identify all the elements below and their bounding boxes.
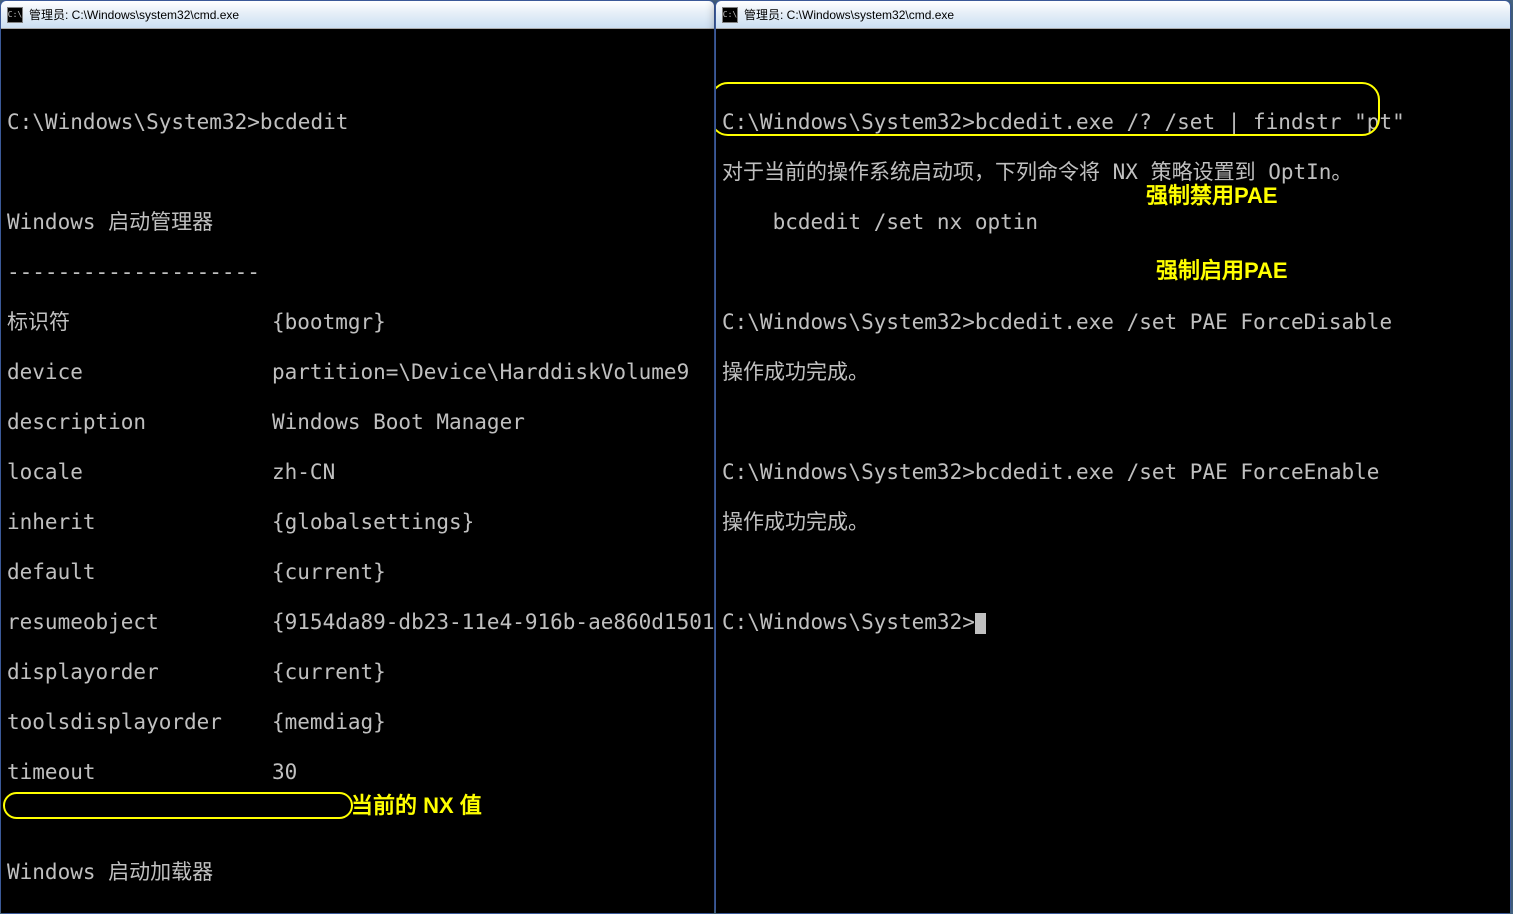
prompt-line: C:\Windows\System32>: [722, 610, 1506, 635]
command: bcdedit.exe /set PAE ForceDisable: [975, 310, 1392, 334]
prompt-line: C:\Windows\System32>bcdedit.exe /set PAE…: [722, 310, 1506, 335]
cmd-icon: C:\: [7, 7, 23, 23]
cursor-icon: [975, 613, 986, 634]
prompt-line: C:\Windows\System32>bcdedit: [7, 110, 710, 135]
kv-row: 标识符{bootmgr}: [7, 310, 710, 335]
prompt: C:\Windows\System32>: [722, 460, 975, 484]
kv-value: zh-CN: [272, 460, 710, 485]
output-line: bcdedit /set nx optin: [722, 210, 1506, 235]
kv-row: default{current}: [7, 560, 710, 585]
command: bcdedit: [260, 110, 349, 134]
kv-key: inherit: [7, 510, 272, 535]
output-line: 对于当前的操作系统启动项，下列命令将 NX 策略设置到 OptIn。: [722, 160, 1506, 185]
kv-value: {globalsettings}: [272, 510, 710, 535]
blank-line: [722, 410, 1506, 435]
kv-row: displayorder{current}: [7, 660, 710, 685]
blank-line: [7, 810, 710, 835]
titlebar-left[interactable]: C:\ 管理员: C:\Windows\system32\cmd.exe: [1, 1, 714, 29]
kv-row: timeout30: [7, 760, 710, 785]
separator: --------------------: [7, 260, 710, 285]
kv-key: device: [7, 360, 272, 385]
kv-row: inherit{globalsettings}: [7, 510, 710, 535]
output-line: 操作成功完成。: [722, 510, 1506, 535]
prompt: C:\Windows\System32>: [7, 110, 260, 134]
section-title: Windows 启动管理器: [7, 210, 710, 235]
kv-value: {current}: [272, 660, 710, 685]
cmd-icon: C:\: [722, 7, 738, 23]
prompt-line: C:\Windows\System32>bcdedit.exe /? /set …: [722, 110, 1506, 135]
cmd-window-left: C:\ 管理员: C:\Windows\system32\cmd.exe C:\…: [0, 0, 715, 914]
kv-row: localezh-CN: [7, 460, 710, 485]
kv-key: toolsdisplayorder: [7, 710, 272, 735]
cmd-window-right: C:\ 管理员: C:\Windows\system32\cmd.exe C:\…: [715, 0, 1511, 914]
separator: --------------------: [7, 910, 710, 913]
terminal-left[interactable]: C:\Windows\System32>bcdedit Windows 启动管理…: [1, 29, 714, 913]
terminal-right[interactable]: C:\Windows\System32>bcdedit.exe /? /set …: [716, 29, 1510, 913]
command: bcdedit.exe /set PAE ForceEnable: [975, 460, 1380, 484]
kv-key: 标识符: [7, 310, 272, 335]
kv-row: toolsdisplayorder{memdiag}: [7, 710, 710, 735]
kv-value: {bootmgr}: [272, 310, 710, 335]
command: bcdedit.exe /? /set | findstr "pt": [975, 110, 1405, 134]
kv-value: partition=\Device\HarddiskVolume9: [272, 360, 710, 385]
kv-key: displayorder: [7, 660, 272, 685]
kv-key: resumeobject: [7, 610, 272, 635]
titlebar-right[interactable]: C:\ 管理员: C:\Windows\system32\cmd.exe: [716, 1, 1510, 29]
kv-row: descriptionWindows Boot Manager: [7, 410, 710, 435]
kv-value: 30: [272, 760, 710, 785]
kv-key: timeout: [7, 760, 272, 785]
blank-line: [722, 60, 1506, 85]
annotation-disable-pae: 强制禁用PAE: [1146, 183, 1278, 208]
window-title: 管理员: C:\Windows\system32\cmd.exe: [744, 6, 954, 23]
kv-key: default: [7, 560, 272, 585]
prompt: C:\Windows\System32>: [722, 110, 975, 134]
kv-key: locale: [7, 460, 272, 485]
prompt: C:\Windows\System32>: [722, 610, 975, 634]
kv-key: description: [7, 410, 272, 435]
blank-line: [722, 260, 1506, 285]
window-title: 管理员: C:\Windows\system32\cmd.exe: [29, 6, 239, 23]
kv-row: resumeobject{9154da89-db23-11e4-916b-ae8…: [7, 610, 710, 635]
kv-value: {memdiag}: [272, 710, 710, 735]
kv-row: devicepartition=\Device\HarddiskVolume9: [7, 360, 710, 385]
blank-line: [722, 560, 1506, 585]
prompt: C:\Windows\System32>: [722, 310, 975, 334]
kv-value: Windows Boot Manager: [272, 410, 710, 435]
blank-line: [7, 60, 710, 85]
prompt-line: C:\Windows\System32>bcdedit.exe /set PAE…: [722, 460, 1506, 485]
section-title: Windows 启动加载器: [7, 860, 710, 885]
kv-value: {9154da89-db23-11e4-916b-ae860d150145}: [272, 610, 714, 635]
blank-line: [7, 160, 710, 185]
kv-value: {current}: [272, 560, 710, 585]
output-line: 操作成功完成。: [722, 360, 1506, 385]
